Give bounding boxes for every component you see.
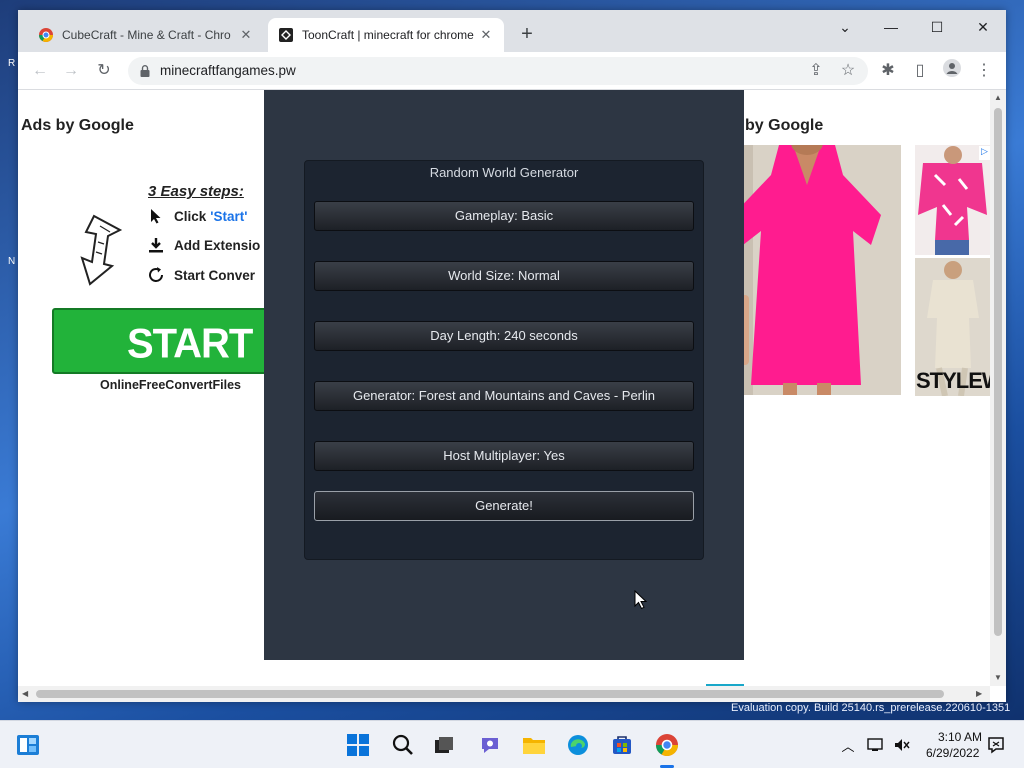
- tab-tooncraft[interactable]: ToonCraft | minecraft for chrome ✕: [268, 18, 504, 52]
- tab-cubecraft[interactable]: CubeCraft - Mine & Craft - Chro ✕: [28, 18, 264, 52]
- address-bar[interactable]: minecraftfangames.pw: [128, 57, 868, 85]
- chat-icon[interactable]: [478, 733, 502, 757]
- extensions-puzzle-icon[interactable]: ✱: [876, 59, 900, 83]
- mouse-cursor-icon: [634, 590, 648, 610]
- widgets-icon[interactable]: [16, 733, 40, 757]
- clock-date[interactable]: 6/29/2022: [926, 746, 979, 760]
- step-add-extension: Add Extensio: [146, 237, 260, 253]
- step-click-start: Click 'Start': [146, 208, 247, 224]
- task-view-icon[interactable]: [432, 733, 456, 757]
- web-page: Ads by Google 3 Easy steps: Click 'Start…: [18, 90, 990, 686]
- url-text: minecraftfangames.pw: [160, 63, 296, 78]
- volume-muted-icon[interactable]: [892, 733, 912, 757]
- browser-window: CubeCraft - Mine & Craft - Chro ✕ ToonCr…: [18, 10, 1006, 702]
- file-explorer-icon[interactable]: [522, 733, 546, 757]
- reload-button[interactable]: ↻: [92, 59, 116, 83]
- steps-title: 3 Easy steps:: [148, 183, 244, 200]
- close-tab-icon[interactable]: ✕: [478, 27, 494, 43]
- profile-avatar[interactable]: [940, 59, 964, 83]
- ads-label: Ads by Google: [21, 117, 134, 134]
- multiplayer-option-button[interactable]: Host Multiplayer: Yes: [314, 441, 694, 471]
- lock-icon: [140, 65, 150, 77]
- world-generator-dialog: Random World Generator Gameplay: Basic W…: [304, 160, 704, 560]
- start-label: START: [127, 320, 253, 368]
- ad-caption: OnlineFreeConvertFiles: [100, 378, 242, 392]
- chrome-taskbar-icon[interactable]: [655, 733, 679, 757]
- bookmark-star-icon[interactable]: ☆: [836, 59, 860, 83]
- scroll-down-icon[interactable]: ▼: [994, 673, 1002, 682]
- network-icon[interactable]: [866, 733, 886, 757]
- horizontal-scrollbar[interactable]: ◀ ▶: [18, 686, 990, 702]
- tab-search-icon[interactable]: ⌄: [830, 16, 860, 38]
- minimize-button[interactable]: —: [876, 16, 906, 38]
- show-hidden-icons-icon[interactable]: ︿: [838, 733, 858, 757]
- chrome-favicon-icon: [38, 27, 54, 43]
- tab-strip: CubeCraft - Mine & Craft - Chro ✕ ToonCr…: [18, 10, 1006, 52]
- forward-button[interactable]: →: [59, 59, 83, 83]
- scroll-thumb[interactable]: [36, 690, 944, 698]
- tab-title: CubeCraft - Mine & Craft - Chro: [62, 28, 231, 42]
- step-label: Start Conver: [174, 267, 256, 283]
- curved-arrow-icon: [80, 214, 123, 286]
- dialog-title: Random World Generator: [429, 165, 579, 180]
- notification-icon[interactable]: [986, 733, 1006, 757]
- scroll-up-icon[interactable]: ▲: [994, 93, 1002, 102]
- refresh-icon: [146, 266, 166, 284]
- edge-browser-icon[interactable]: [566, 733, 590, 757]
- start-windows-icon[interactable]: [346, 733, 370, 757]
- download-icon: [146, 237, 166, 253]
- ad-brand-logo: STYLEWI: [916, 368, 990, 393]
- game-canvas[interactable]: Random World Generator Gameplay: Basic W…: [264, 90, 744, 660]
- store-icon[interactable]: [610, 733, 634, 757]
- back-button[interactable]: ←: [28, 59, 52, 83]
- step-accent: 'Start': [210, 208, 248, 224]
- maximize-button[interactable]: ☐: [922, 16, 952, 38]
- scroll-right-icon[interactable]: ▶: [976, 689, 982, 698]
- step-start-converting: Start Conver: [146, 266, 255, 284]
- taskbar: ︿ 3:10 AM 6/29/2022: [0, 720, 1024, 768]
- gameplay-option-button[interactable]: Gameplay: Basic: [314, 201, 694, 231]
- new-tab-button[interactable]: +: [516, 24, 538, 46]
- menu-kebab-icon[interactable]: ⋮: [972, 59, 996, 83]
- step-label: Click: [174, 208, 207, 224]
- side-panel-icon[interactable]: ▯: [908, 59, 932, 83]
- unity-favicon-icon: [278, 27, 294, 43]
- step-label: Add Extensio: [174, 237, 261, 253]
- start-ad-button[interactable]: START: [52, 308, 292, 374]
- vertical-scrollbar[interactable]: ▲ ▼: [990, 90, 1006, 686]
- day-length-option-button[interactable]: Day Length: 240 seconds: [314, 321, 694, 351]
- scroll-thumb[interactable]: [994, 108, 1002, 636]
- windows-watermark: Evaluation copy. Build 25140.rs_prerelea…: [731, 702, 1011, 714]
- close-window-button[interactable]: ✕: [968, 16, 998, 38]
- clock-time[interactable]: 3:10 AM: [938, 730, 982, 744]
- world-size-option-button[interactable]: World Size: Normal: [314, 261, 694, 291]
- close-tab-icon[interactable]: ✕: [238, 27, 254, 43]
- search-icon[interactable]: [391, 733, 415, 757]
- ad-blouse-image[interactable]: [915, 145, 990, 255]
- browser-toolbar: ← → ↻ minecraftfangames.pw ⇪ ☆ ✱ ▯ ⋮: [18, 52, 1006, 90]
- cursor-icon: [146, 208, 166, 224]
- generator-option-button[interactable]: Generator: Forest and Mountains and Cave…: [314, 381, 694, 411]
- share-icon[interactable]: ⇪: [804, 59, 828, 83]
- generate-button[interactable]: Generate!: [314, 491, 694, 521]
- ad-choices-icon[interactable]: ▷: [979, 146, 990, 160]
- scroll-left-icon[interactable]: ◀: [22, 689, 28, 698]
- ads-label: by Google: [745, 117, 824, 134]
- tab-title: ToonCraft | minecraft for chrome: [302, 28, 474, 42]
